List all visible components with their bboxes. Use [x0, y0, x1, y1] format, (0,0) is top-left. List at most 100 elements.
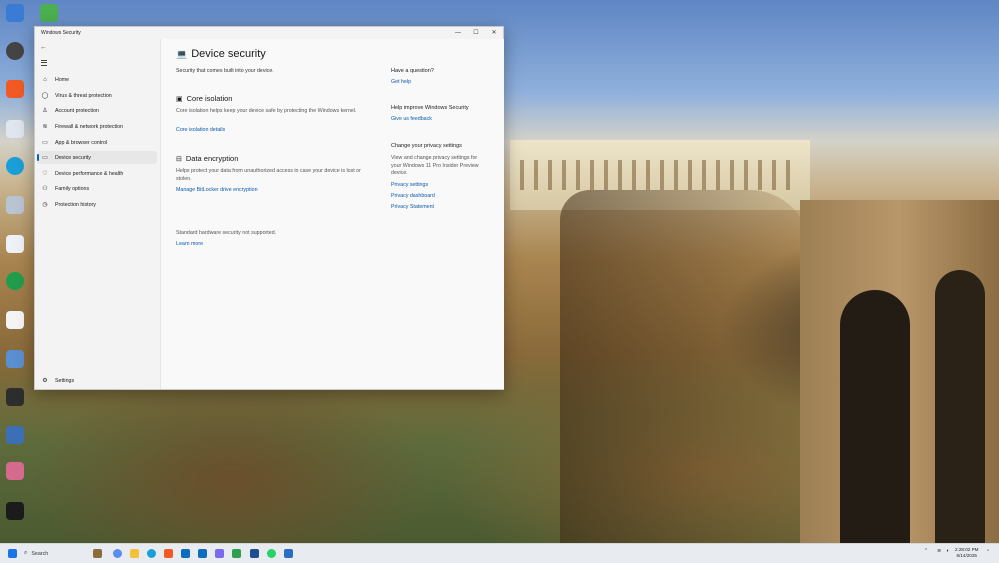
close-button[interactable]: ✕: [485, 27, 503, 39]
sidebar-item-virus-threat[interactable]: ◯ Virus & threat protection: [37, 89, 157, 102]
file-icon: [6, 235, 24, 253]
sidebar-item-label: Firewall & network protection: [55, 123, 124, 130]
app-window-icon: ▭: [42, 140, 48, 146]
page-subtitle: Security that comes built into your devi…: [176, 68, 274, 74]
app-icon[interactable]: [250, 549, 259, 558]
clock-date: 6/14/2025: [956, 553, 977, 558]
wifi-icon[interactable]: ≋: [937, 548, 941, 554]
sidebar-item-label: Account protection: [55, 107, 99, 114]
privacy-settings-link[interactable]: Privacy settings: [391, 182, 428, 188]
desktop-icon-app-3[interactable]: [2, 426, 28, 444]
photos-icon[interactable]: [215, 549, 224, 558]
start-button-windows-icon[interactable]: [8, 549, 17, 558]
privacy-dashboard-link[interactable]: Privacy dashboard: [391, 193, 435, 199]
copilot-icon[interactable]: [113, 549, 122, 558]
desktop-icon-edge[interactable]: [2, 157, 28, 175]
title-bar[interactable]: Windows Security — ☐ ✕: [35, 27, 503, 39]
file-icon: [6, 311, 24, 329]
hardware-security-status: Standard hardware security not supported…: [176, 230, 277, 236]
desktop-icon-notion[interactable]: [2, 272, 28, 290]
give-feedback-link[interactable]: Give us feedback: [391, 116, 432, 122]
desktop-icon-brave[interactable]: [2, 80, 28, 98]
core-isolation-details-link[interactable]: Core isolation details: [176, 127, 225, 133]
display-driver-icon: [6, 388, 24, 406]
desktop-icon-recycle-bin[interactable]: [2, 4, 28, 22]
search-icon: ⌕: [24, 550, 28, 556]
wallpaper-town-windows: [520, 160, 800, 190]
search-placeholder: Search: [31, 550, 49, 557]
sidebar-item-label: Device performance & health: [55, 170, 124, 177]
sidebar-item-home[interactable]: ⌂ Home: [37, 73, 157, 86]
privacy-heading: Change your privacy settings: [391, 143, 462, 149]
outlook-icon[interactable]: [198, 549, 207, 558]
store-icon[interactable]: [181, 549, 190, 558]
edge-icon: [6, 157, 24, 175]
minimize-button[interactable]: —: [449, 27, 467, 39]
desktop-icon-file-1[interactable]: [2, 120, 28, 138]
app-icon: [6, 502, 24, 520]
core-isolation-heading: ▣ Core isolation: [176, 94, 232, 103]
maximize-button[interactable]: ☐: [467, 27, 485, 39]
drive-lock-icon: ⊟: [176, 155, 182, 163]
page-title: 💻 Device security: [176, 48, 266, 60]
data-encryption-text: Helps protect your data from unauthorize…: [176, 168, 361, 182]
widget-icon[interactable]: [93, 549, 102, 558]
sidebar-item-device-security[interactable]: ▭ Device security: [37, 151, 157, 164]
app-icon[interactable]: [232, 549, 241, 558]
sidebar-item-family-options[interactable]: ⚇ Family options: [37, 182, 157, 195]
desktop-icon-top-2[interactable]: [36, 4, 62, 22]
core-isolation-text: Core isolation helps keep your device sa…: [176, 108, 357, 114]
app-icon: [6, 42, 24, 60]
privacy-text: View and change privacy settings for you…: [391, 155, 479, 177]
sidebar-item-settings[interactable]: ⚙ Settings: [37, 374, 157, 387]
laptop-icon: ▭: [42, 155, 48, 161]
sidebar-item-label: Home: [55, 76, 70, 83]
desktop-icon-file-4[interactable]: [2, 311, 28, 329]
home-icon: ⌂: [43, 76, 47, 83]
n-app-icon: [6, 272, 24, 290]
volume-icon[interactable]: ◖: [946, 548, 949, 554]
get-help-link[interactable]: Get help: [391, 79, 411, 85]
gear-icon: ⚙: [42, 378, 48, 384]
file-explorer-icon[interactable]: [130, 549, 139, 558]
sidebar-item-firewall[interactable]: ≋ Firewall & network protection: [37, 120, 157, 133]
whatsapp-icon[interactable]: [267, 549, 276, 558]
desktop-icon-file-3[interactable]: [2, 235, 28, 253]
file-icon: [6, 120, 24, 138]
file-icon: [6, 196, 24, 214]
family-icon: ⚇: [42, 186, 48, 192]
desktop-icon-app-1[interactable]: [2, 42, 28, 60]
brave-icon[interactable]: [164, 549, 173, 558]
app-icon: [6, 350, 24, 368]
desktop-icon-app-4[interactable]: [2, 462, 28, 480]
taskbar-search[interactable]: ⌕ Search: [24, 548, 94, 559]
data-encryption-title: Data encryption: [185, 154, 239, 163]
recycle-bin-icon: [6, 4, 24, 22]
help-improve-heading: Help improve Windows Security: [391, 105, 469, 111]
sidebar-item-device-performance[interactable]: ♡ Device performance & health: [37, 167, 157, 180]
desktop-icon-display-driver[interactable]: [2, 388, 28, 406]
desktop-icon-app-2[interactable]: [2, 350, 28, 368]
core-isolation-title: Core isolation: [186, 94, 233, 103]
desktop-icon-app-5[interactable]: [2, 502, 28, 520]
edge-icon[interactable]: [147, 549, 156, 558]
sidebar-item-account-protection[interactable]: ♙ Account protection: [37, 104, 157, 117]
cpu-chip-icon: ▣: [176, 95, 183, 103]
notification-bell-icon[interactable]: ◔: [986, 548, 989, 554]
desktop-icon-file-2[interactable]: [2, 196, 28, 214]
tray-overflow-chevron-icon[interactable]: ⌃: [924, 548, 928, 554]
privacy-statement-link[interactable]: Privacy Statement: [391, 204, 434, 210]
hamburger-menu-icon[interactable]: [41, 60, 47, 67]
sidebar-item-app-browser[interactable]: ▭ App & browser control: [37, 136, 157, 149]
sidebar-item-label: Virus & threat protection: [55, 92, 112, 99]
history-icon: ◷: [42, 202, 48, 208]
sidebar-item-protection-history[interactable]: ◷ Protection history: [37, 198, 157, 211]
learn-more-link[interactable]: Learn more: [176, 241, 203, 247]
windows-security-taskbar-icon[interactable]: [284, 549, 293, 558]
back-button[interactable]: ←: [40, 44, 47, 51]
sidebar-item-label: Family options: [55, 185, 90, 192]
manage-bitlocker-link[interactable]: Manage BitLocker drive encryption: [176, 187, 258, 193]
clock[interactable]: 2:28:02 PM 6/14/2025: [955, 547, 979, 559]
windows-security-window: Windows Security — ☐ ✕ ← ⌂ Home ◯ Virus …: [34, 26, 504, 390]
data-encryption-heading: ⊟ Data encryption: [176, 154, 238, 163]
